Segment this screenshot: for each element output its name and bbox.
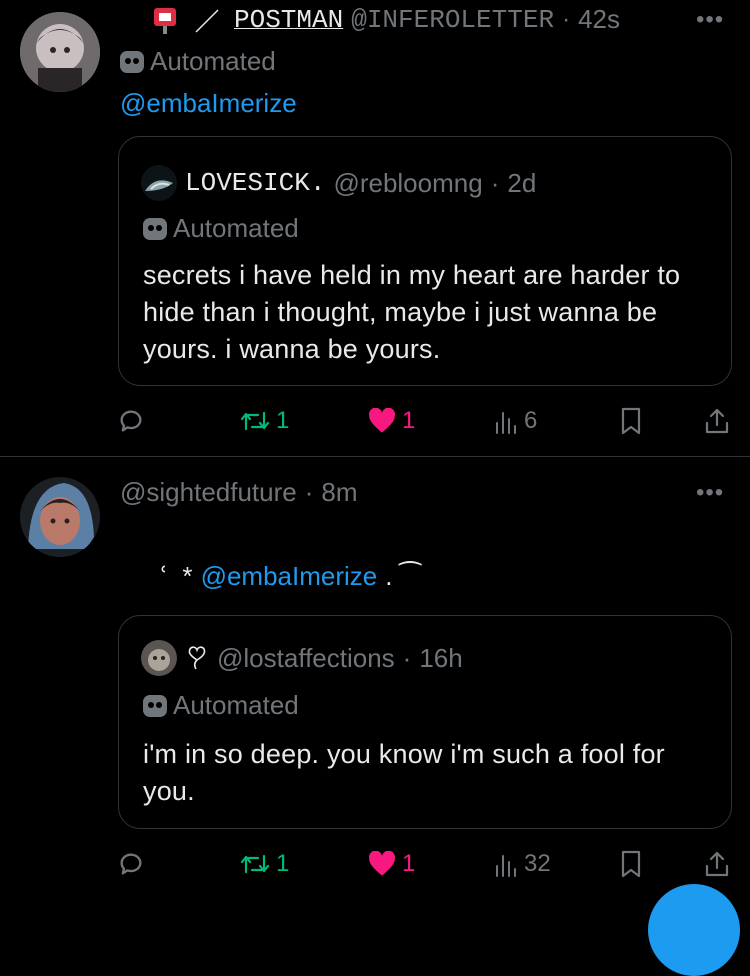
mailbox-icon xyxy=(152,6,178,34)
reply-mention[interactable]: @embaImerize xyxy=(120,88,297,119)
heart-outline-icon xyxy=(185,644,209,672)
quoted-tweet[interactable]: @lostaffections · 16h Automated i'm in s… xyxy=(118,615,732,829)
automated-label: Automated xyxy=(143,690,299,721)
separator-dot: · xyxy=(402,642,412,673)
more-icon[interactable]: ••• xyxy=(696,481,724,505)
bot-icon xyxy=(143,694,167,717)
bot-icon xyxy=(143,217,167,240)
reply-button[interactable] xyxy=(117,844,145,884)
bot-icon xyxy=(120,50,144,73)
reply-decoration-end: . ⁀ xyxy=(385,561,421,591)
automated-label: Automated xyxy=(143,213,299,244)
repost-count: 1 xyxy=(276,850,290,877)
timestamp[interactable]: 16h xyxy=(419,643,462,674)
automated-text: Automated xyxy=(150,46,276,76)
views-button[interactable]: 6 xyxy=(494,401,537,441)
views-button[interactable]: 32 xyxy=(494,844,551,884)
timestamp[interactable]: 8m xyxy=(321,477,357,508)
reply-icon xyxy=(120,853,142,875)
heart-icon xyxy=(369,851,395,876)
views-icon xyxy=(496,412,516,434)
tweet-actions: 1 1 6 xyxy=(0,401,750,441)
repost-button[interactable]: 1 xyxy=(240,844,289,884)
share-button[interactable] xyxy=(704,844,730,884)
display-name[interactable]: LOVESICK. xyxy=(185,168,325,198)
separator-dot: · xyxy=(490,167,500,198)
handle[interactable]: @lostaffections xyxy=(217,643,395,674)
reply-text: ՙ * @embaImerize . ⁀ xyxy=(160,561,421,592)
tweet[interactable]: POSTMAN @INFEROLETTER · 42s ••• Automate… xyxy=(0,0,750,455)
reply-button[interactable] xyxy=(117,401,145,441)
author-line: POSTMAN @INFEROLETTER · 42s xyxy=(152,4,620,35)
avatar[interactable] xyxy=(141,640,177,676)
like-button[interactable]: 1 xyxy=(368,401,415,441)
separator-dot: · xyxy=(562,5,571,33)
display-name[interactable]: POSTMAN xyxy=(234,5,343,35)
repost-button[interactable]: 1 xyxy=(240,401,289,441)
tweet-actions: 1 1 32 xyxy=(0,844,750,884)
handle[interactable]: @rebloomng xyxy=(333,168,482,199)
like-count: 1 xyxy=(402,850,416,877)
avatar[interactable] xyxy=(141,165,177,201)
timestamp[interactable]: 42s xyxy=(578,4,620,35)
share-icon xyxy=(705,408,729,434)
share-icon xyxy=(705,851,729,877)
automated-label: Automated xyxy=(120,46,276,77)
quoted-tweet-text: i'm in so deep. you know i'm such a fool… xyxy=(143,739,665,806)
views-icon xyxy=(496,855,516,877)
heart-icon xyxy=(369,408,395,433)
more-icon[interactable]: ••• xyxy=(696,8,724,32)
repost-icon xyxy=(240,411,270,431)
handle[interactable]: @sightedfuture xyxy=(120,477,297,508)
views-count: 32 xyxy=(524,850,551,877)
repost-icon xyxy=(240,854,270,874)
reply-icon xyxy=(120,410,142,432)
avatar[interactable] xyxy=(20,477,100,557)
quoted-tweet[interactable]: LOVESICK. @rebloomng · 2d Automated secr… xyxy=(118,136,732,386)
share-button[interactable] xyxy=(704,401,730,441)
quoted-tweet-text: secrets i have held in my heart are hard… xyxy=(143,260,681,364)
automated-text: Automated xyxy=(173,213,299,243)
slash-decoration xyxy=(186,6,226,34)
author-line: @sightedfuture · 8m xyxy=(120,477,358,508)
bookmark-icon xyxy=(621,850,641,878)
reply-mention[interactable]: @embaImerize xyxy=(201,561,378,592)
separator-dot: · xyxy=(304,477,314,507)
repost-count: 1 xyxy=(276,407,290,434)
automated-text: Automated xyxy=(173,690,299,720)
compose-fab[interactable] xyxy=(648,884,740,976)
avatar[interactable] xyxy=(20,12,100,92)
bookmark-button[interactable] xyxy=(620,401,642,441)
handle[interactable]: @INFEROLETTER xyxy=(351,5,554,35)
like-button[interactable]: 1 xyxy=(368,844,415,884)
timestamp[interactable]: 2d xyxy=(507,168,536,199)
reply-decoration: ՙ * xyxy=(160,561,193,591)
views-count: 6 xyxy=(524,407,538,434)
bookmark-button[interactable] xyxy=(620,844,642,884)
bookmark-icon xyxy=(621,407,641,435)
like-count: 1 xyxy=(402,407,416,434)
tweet[interactable]: @sightedfuture · 8m ••• ՙ * @embaImerize… xyxy=(0,457,750,893)
